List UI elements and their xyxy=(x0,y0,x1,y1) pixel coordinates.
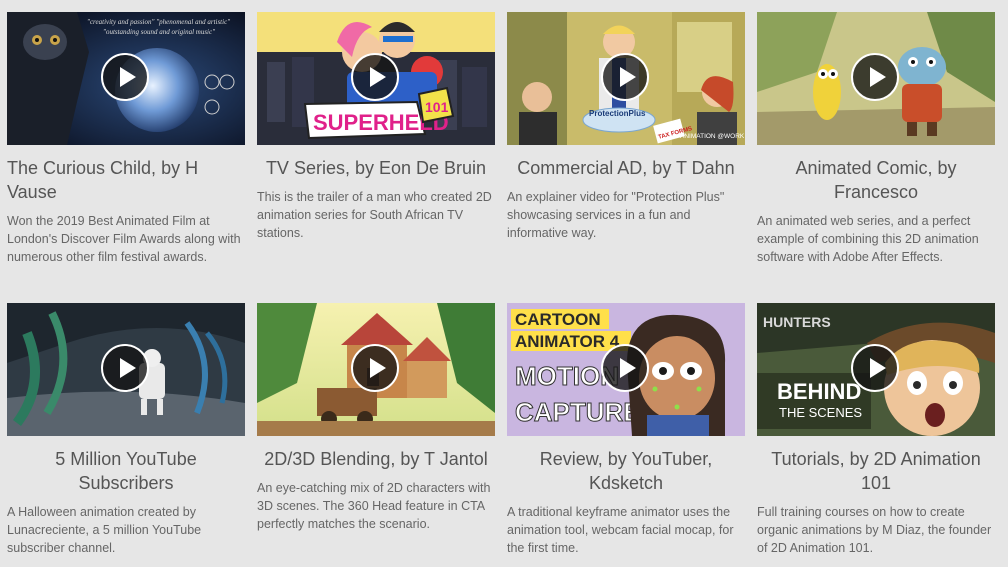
video-thumbnail[interactable] xyxy=(7,303,245,436)
play-button[interactable] xyxy=(351,53,399,101)
video-title[interactable]: TV Series, by Eon De Bruin xyxy=(257,156,495,180)
svg-text:CARTOON: CARTOON xyxy=(515,310,601,329)
svg-text:ProtectionPlus: ProtectionPlus xyxy=(589,109,646,118)
play-icon xyxy=(120,67,136,87)
video-thumbnail[interactable] xyxy=(757,12,995,145)
play-button[interactable] xyxy=(351,344,399,392)
svg-text:101: 101 xyxy=(425,99,449,115)
video-description: Won the 2019 Best Animated Film at Londo… xyxy=(7,214,241,264)
video-title[interactable]: Commercial AD, by T Dahn xyxy=(507,156,745,180)
video-title[interactable]: Review, by YouTuber, Kdsketch xyxy=(507,447,745,495)
video-thumbnail[interactable]: HUNTERS BEHIND THE SCENES xyxy=(757,303,995,436)
play-button[interactable] xyxy=(101,344,149,392)
play-button[interactable] xyxy=(601,53,649,101)
play-icon xyxy=(620,358,636,378)
video-description: A traditional keyframe animator uses the… xyxy=(507,505,734,555)
svg-text:THE SCENES: THE SCENES xyxy=(779,405,862,420)
video-description: An eye-catching mix of 2D characters wit… xyxy=(257,481,491,531)
video-card: SUPERHELD 101 TV Series, by Eon De Bruin… xyxy=(257,12,495,242)
video-card: CARTOON ANIMATOR 4 MOTION CAPTURE Review… xyxy=(507,303,745,557)
play-button[interactable] xyxy=(851,53,899,101)
video-thumbnail[interactable]: SUPERHELD 101 xyxy=(257,12,495,145)
play-icon xyxy=(370,358,386,378)
video-title[interactable]: 2D/3D Blending, by T Jantol xyxy=(257,447,495,471)
svg-text:HUNTERS: HUNTERS xyxy=(763,314,831,330)
video-description: A Halloween animation created by Lunacre… xyxy=(7,505,202,555)
video-title[interactable]: 5 Million YouTube Subscribers xyxy=(7,447,245,495)
video-showcase-grid: "creativity and passion" "phenomenal and… xyxy=(0,0,1008,567)
video-title[interactable]: The Curious Child, by H Vause xyxy=(7,156,245,204)
svg-text:ANIMATION @WORK: ANIMATION @WORK xyxy=(680,133,745,140)
play-icon xyxy=(370,67,386,87)
play-icon xyxy=(870,67,886,87)
video-thumbnail[interactable] xyxy=(257,303,495,436)
video-thumbnail[interactable]: "creativity and passion" "phenomenal and… xyxy=(7,12,245,145)
video-title[interactable]: Animated Comic, by Francesco xyxy=(757,156,995,204)
video-description: An explainer video for "Protection Plus"… xyxy=(507,190,725,240)
video-card: Animated Comic, by Francesco An animated… xyxy=(757,12,995,266)
play-icon xyxy=(870,358,886,378)
play-button[interactable] xyxy=(101,53,149,101)
video-thumbnail[interactable]: CARTOON ANIMATOR 4 MOTION CAPTURE xyxy=(507,303,745,436)
svg-text:"outstanding sound and origina: "outstanding sound and original music" xyxy=(103,28,215,36)
play-icon xyxy=(620,67,636,87)
play-button[interactable] xyxy=(601,344,649,392)
svg-text:BEHIND: BEHIND xyxy=(777,379,861,404)
video-card: "creativity and passion" "phenomenal and… xyxy=(7,12,245,266)
video-description: Full training courses on how to create o… xyxy=(757,505,992,555)
video-thumbnail[interactable]: ProtectionPlus TAX FORMS ANIMATION @WORK xyxy=(507,12,745,145)
play-icon xyxy=(120,358,136,378)
video-card: 5 Million YouTube Subscribers A Hallowee… xyxy=(7,303,245,557)
play-button[interactable] xyxy=(851,344,899,392)
video-card: ProtectionPlus TAX FORMS ANIMATION @WORK… xyxy=(507,12,745,242)
video-card: HUNTERS BEHIND THE SCENES Tutorials, by … xyxy=(757,303,995,557)
video-description: An animated web series, and a perfect ex… xyxy=(757,214,979,264)
svg-text:CAPTURE: CAPTURE xyxy=(515,397,641,427)
svg-text:"creativity and passion" "phe: "creativity and passion" "phenomenal and… xyxy=(87,18,230,26)
video-description: This is the trailer of a man who created… xyxy=(257,190,492,240)
video-card: 2D/3D Blending, by T Jantol An eye-catch… xyxy=(257,303,495,533)
video-title[interactable]: Tutorials, by 2D Animation 101 xyxy=(757,447,995,495)
